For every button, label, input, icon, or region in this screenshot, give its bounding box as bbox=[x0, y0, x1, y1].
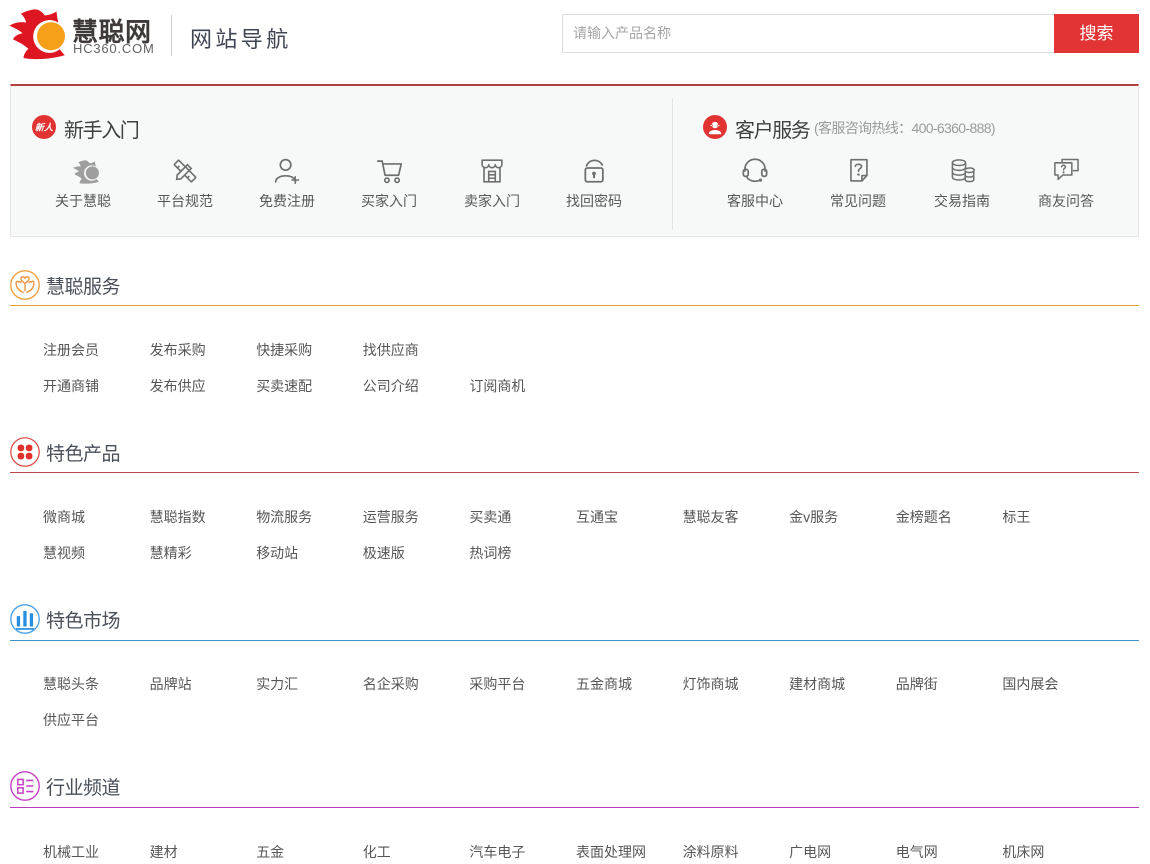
svg-text:新人: 新人 bbox=[35, 122, 54, 132]
